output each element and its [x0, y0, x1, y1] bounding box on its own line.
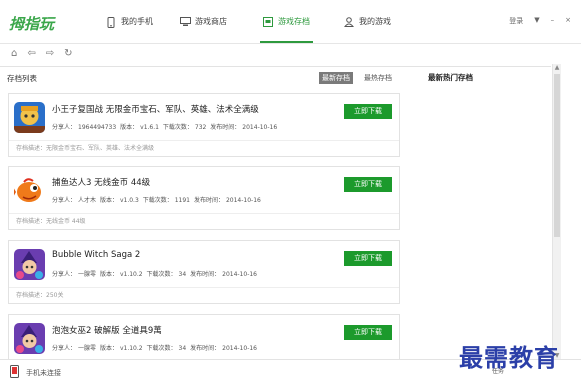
meta-label: 版本：: [99, 197, 118, 204]
downloads-value: 732: [194, 124, 207, 131]
browser-toolbar: ⌂ ⇦ ⇨ ↻: [0, 44, 581, 64]
meta-label: 发布时间：: [210, 124, 241, 131]
minimize-button[interactable]: –: [551, 16, 555, 26]
sharer-value: 一腺零: [78, 345, 97, 352]
hot-saves-title: 最新热门存档: [428, 73, 473, 82]
save-title[interactable]: 捕鱼达人3 无线金币 44级: [52, 176, 150, 188]
phone-icon: [106, 17, 116, 28]
sharer-value: 一腺零: [78, 271, 97, 278]
download-button[interactable]: 立即下载: [344, 104, 392, 119]
list-item: 小王子复国战 无限金币宝石、军队、英雄、法术全满级 分享人： 1964494733…: [8, 93, 400, 157]
date-value: 2014-10-16: [242, 124, 278, 131]
sort-newest-button[interactable]: 最新存档: [319, 72, 353, 84]
version-value: v1.10.2: [119, 271, 143, 278]
date-value: 2014-10-16: [225, 197, 261, 204]
save-meta: 分享人： 人才木 版本： v1.0.3 下载次数： 1191 发布时间： 2014-10…: [52, 195, 263, 204]
watermark: 最需教育: [459, 343, 559, 372]
forward-arrow-icon[interactable]: ⇨: [46, 49, 54, 59]
save-meta: 分享人： 一腺零 版本： v1.10.2 下载次数： 34 发布时间： 2014-10-…: [52, 269, 259, 278]
back-arrow-icon[interactable]: ⇦: [27, 49, 35, 59]
sharer-value: 1964494733: [78, 124, 117, 131]
download-button[interactable]: 立即下载: [344, 251, 392, 266]
version-value: v1.0.3: [119, 197, 139, 204]
meta-label: 下载次数：: [162, 124, 193, 131]
meta-label: 发布时间：: [190, 271, 221, 278]
downloads-value: 34: [178, 345, 187, 352]
game-icon-bubble-witch[interactable]: [14, 323, 45, 354]
scrollbar[interactable]: ▲ ▼: [552, 64, 561, 360]
menu-chevron-icon[interactable]: ▼: [534, 16, 539, 26]
tab-label: 我的手机: [121, 17, 153, 26]
phone-status-text: 手机未连接: [26, 369, 61, 377]
tab-label: 游戏存档: [278, 17, 310, 26]
close-button[interactable]: ×: [565, 16, 571, 26]
save-title[interactable]: 泡泡女巫2 破解版 全道具9萬: [52, 324, 162, 336]
save-meta: 分享人： 一腺零 版本： v1.10.2 下载次数： 34 发布时间： 2014-10-…: [52, 343, 259, 352]
meta-label: 版本：: [99, 271, 118, 278]
save-list-header: 存档列表 最新存档 最热存档: [0, 66, 420, 88]
meta-label: 发布时间：: [193, 197, 224, 204]
game-icon-fishing[interactable]: [14, 175, 45, 206]
window-controls: 登录 ▼ – ×: [509, 16, 571, 26]
date-value: 2014-10-16: [222, 271, 257, 278]
sharer-value: 人才木: [78, 197, 97, 204]
meta-label: 版本：: [120, 124, 139, 131]
sort-hottest-button[interactable]: 最热存档: [361, 72, 395, 84]
version-value: v1.6.1: [140, 124, 159, 131]
tab-game-store[interactable]: 游戏商店: [180, 16, 227, 44]
tab-my-phone[interactable]: 我的手机: [106, 16, 153, 44]
scroll-up-icon[interactable]: ▲: [553, 64, 561, 72]
divider: [420, 66, 551, 67]
save-description: 存档描述：无限金币宝石、军队、英雄、法术全满级: [9, 140, 399, 157]
game-icon-bubble-witch[interactable]: [14, 249, 45, 280]
app-logo: 拇指玩: [9, 15, 55, 33]
save-list-label: 存档列表: [7, 74, 37, 83]
meta-label: 分享人：: [52, 271, 77, 278]
login-link[interactable]: 登录: [509, 16, 523, 26]
list-item: 捕鱼达人3 无线金币 44级 分享人： 人才木 版本： v1.0.3 下载次数： 11…: [8, 166, 400, 230]
downloads-value: 1191: [174, 197, 191, 204]
meta-label: 分享人：: [52, 124, 77, 131]
save-description: 存档描述：无线金币 44级: [9, 213, 399, 230]
save-meta: 分享人： 1964494733 版本： v1.6.1 下载次数： 732 发布时间： 2…: [52, 122, 279, 131]
tab-label: 我的游戏: [359, 17, 391, 26]
user-icon: [343, 17, 355, 27]
home-icon[interactable]: ⌂: [11, 49, 17, 59]
download-button[interactable]: 立即下载: [344, 177, 392, 192]
tab-my-games[interactable]: 我的游戏: [343, 16, 391, 44]
phone-status-icon: [10, 365, 19, 378]
save-title[interactable]: 小王子复国战 无限金币宝石、军队、英雄、法术全满级: [52, 103, 259, 115]
downloads-value: 34: [178, 271, 187, 278]
meta-label: 分享人：: [52, 345, 77, 352]
meta-label: 分享人：: [52, 197, 77, 204]
version-value: v1.10.2: [119, 345, 143, 352]
app-window: 拇指玩 我的手机 游戏商店 游戏存档 我的游戏 登录 ▼ – × ⌂ ⇦ ⇨ ↻…: [0, 0, 581, 387]
tab-label: 游戏商店: [195, 17, 227, 26]
save-description: 存档描述：250关: [9, 287, 399, 304]
store-icon: [180, 17, 191, 27]
meta-label: 下载次数：: [146, 271, 177, 278]
download-button[interactable]: 立即下载: [344, 325, 392, 340]
save-icon: [263, 17, 273, 27]
refresh-icon[interactable]: ↻: [64, 49, 72, 59]
meta-label: 下载次数：: [146, 345, 177, 352]
scroll-thumb[interactable]: [554, 74, 560, 237]
date-value: 2014-10-16: [222, 345, 257, 352]
title-bar: 拇指玩 我的手机 游戏商店 游戏存档 我的游戏 登录 ▼ – ×: [0, 0, 581, 44]
list-item: Bubble Witch Saga 2 分享人： 一腺零 版本： v1.10.2 下…: [8, 240, 400, 304]
list-item: 泡泡女巫2 破解版 全道具9萬 分享人： 一腺零 版本： v1.10.2 下载次数：…: [8, 314, 400, 364]
save-title[interactable]: Bubble Witch Saga 2: [52, 250, 140, 260]
game-icon-kingdom[interactable]: [14, 102, 45, 133]
tab-game-saves[interactable]: 游戏存档: [260, 16, 313, 44]
meta-label: 发布时间：: [190, 345, 221, 352]
meta-label: 版本：: [99, 345, 118, 352]
meta-label: 下载次数：: [142, 197, 173, 204]
